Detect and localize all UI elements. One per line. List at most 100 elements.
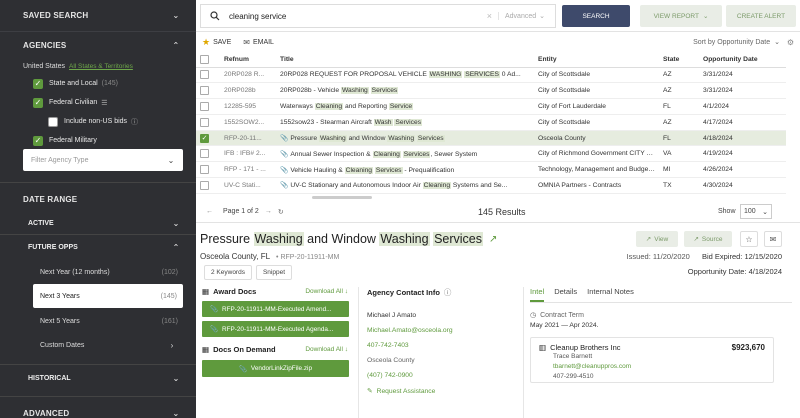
tab-snippet[interactable]: Snippet <box>255 265 293 280</box>
contact-email[interactable]: Michael.Amato@osceola.org <box>367 323 517 338</box>
row-select-cell[interactable] <box>196 82 220 100</box>
option-next-3-years[interactable]: Next 3 Years (145) <box>33 284 183 308</box>
refnum-cell: 1552SOW2... <box>220 114 276 131</box>
agency-type-select[interactable]: Filter Agency Type ⌄ <box>23 149 183 171</box>
contact-phone[interactable]: 407-742-7403 <box>367 338 517 353</box>
save-button[interactable]: ★ SAVE <box>202 37 231 48</box>
check-state-local[interactable]: ✓ State and Local (145) <box>0 74 196 93</box>
zip-download-button[interactable]: 📎 VendorLinkZipFile.zip <box>202 360 349 377</box>
download-all-link[interactable]: Download All ↓ <box>305 346 348 353</box>
arrow-left-icon[interactable]: ← <box>206 208 213 215</box>
page-size-select[interactable]: 100 ⌄ <box>740 204 772 219</box>
tab-intel[interactable]: Intel <box>530 287 545 302</box>
option-next-5-years[interactable]: Next 5 Years (161) <box>0 309 196 333</box>
check-non-us-bids[interactable]: Include non-US bids ⓘ <box>0 112 196 131</box>
clear-icon[interactable]: × <box>487 11 492 21</box>
checkbox-checked-icon[interactable]: ✓ <box>33 78 43 89</box>
search-box[interactable]: cleaning service × Advanced ⌄ <box>200 4 556 28</box>
award-phone: 407-299-4510 <box>553 373 594 380</box>
checkbox-unchecked-icon[interactable] <box>200 54 209 64</box>
check-federal-military[interactable]: ✓ Federal Military <box>0 131 196 150</box>
checkbox-unchecked-icon[interactable] <box>200 117 209 127</box>
info-icon[interactable]: ⓘ <box>131 117 138 127</box>
checkbox-unchecked-icon[interactable] <box>200 101 209 111</box>
gear-icon[interactable]: ⚙ <box>787 38 794 47</box>
tab-keywords[interactable]: 2 Keywords <box>204 265 252 280</box>
table-row[interactable]: 20RP028b 20RP028b - Vehicle Washing Serv… <box>196 82 786 100</box>
advanced-header[interactable]: ADVANCED ⌄ <box>0 402 196 418</box>
table-horizontal-scrollbar[interactable] <box>196 196 786 200</box>
column-header[interactable]: State <box>659 52 699 68</box>
search-button[interactable]: SEARCH <box>562 5 630 27</box>
chevron-down-icon[interactable]: ⌄ <box>170 10 182 22</box>
table-row[interactable]: UV-C Stati... 📎 UV-C Stationary and Auton… <box>196 177 786 194</box>
checkbox-unchecked-icon[interactable] <box>200 149 209 159</box>
active-row[interactable]: ACTIVE ⌄ <box>0 210 196 236</box>
date-range-header[interactable]: DATE RANGE <box>0 188 196 210</box>
select-all-cell[interactable] <box>196 52 220 68</box>
create-alert-button[interactable]: CREATE ALERT <box>726 5 796 27</box>
contact-phone-2[interactable]: (407) 742-0900 <box>367 368 517 383</box>
row-select-cell[interactable] <box>196 67 220 84</box>
table-row[interactable]: IFB : IFB# 2... 📎 Annual Sewer Inspection… <box>196 145 786 163</box>
column-header[interactable]: Opportunity Date <box>699 52 786 68</box>
chevron-down-icon: ⌄ <box>702 13 709 20</box>
row-select-cell[interactable] <box>196 98 220 115</box>
check-federal-civilian[interactable]: ✓ Federal Civilian ☰ <box>0 93 196 112</box>
view-report-button[interactable]: VIEW REPORT ⌄ <box>640 5 722 27</box>
row-select-cell[interactable] <box>196 161 220 179</box>
chevron-up-icon[interactable]: ⌃ <box>170 39 182 51</box>
checkbox-unchecked-icon[interactable] <box>200 70 209 80</box>
checkbox-unchecked-icon[interactable] <box>48 116 58 127</box>
table-row[interactable]: RFP - 171 - ... 📎 Vehicle Hauling & Clean… <box>196 161 786 179</box>
historical-row[interactable]: HISTORICAL ⌄ <box>0 365 196 391</box>
checkbox-unchecked-icon[interactable] <box>200 165 209 175</box>
award-email[interactable]: tbarnett@cleanuppros.com <box>553 362 767 372</box>
saved-search-header[interactable]: SAVED SEARCH ⌄ <box>0 0 196 32</box>
email-button[interactable]: ✉ EMAIL <box>243 38 274 47</box>
all-states-link[interactable]: All States & Territories <box>69 63 133 70</box>
view-button[interactable]: ↗ View <box>636 231 678 247</box>
row-select-cell[interactable]: ✓ <box>196 130 220 147</box>
row-select-cell[interactable] <box>196 177 220 194</box>
info-icon[interactable]: ⓘ <box>444 287 452 298</box>
entity-cell: City of Fort Lauderdale <box>534 98 659 115</box>
table-row[interactable]: 1552SOW2... 1552sow23 - Stearman Aircraf… <box>196 114 786 131</box>
column-header[interactable]: Title <box>276 52 534 68</box>
external-link-icon[interactable]: ↗ <box>489 234 497 245</box>
advanced-dropdown[interactable]: Advanced ⌄ <box>497 12 555 20</box>
filter-icon[interactable]: ☰ <box>101 99 107 107</box>
table-row[interactable]: 12285-595 Waterways Cleaning and Reporti… <box>196 98 786 115</box>
row-select-cell[interactable] <box>196 145 220 163</box>
doc-button[interactable]: 📎 RFP-20-11911-MM-Executed Agenda... <box>202 321 349 337</box>
table-row-selected[interactable]: ✓ RFP-20-11... 📎 Pressure Washing and Win… <box>196 130 786 147</box>
future-opps-row[interactable]: FUTURE OPPS ⌃ <box>0 234 196 260</box>
checkbox-checked-icon[interactable]: ✓ <box>200 133 209 143</box>
agencies-header[interactable]: AGENCIES ⌃ <box>0 32 196 58</box>
sort-dropdown[interactable]: Sort by Opportunity Date ⌄ <box>693 38 780 47</box>
state-cell: AZ <box>659 114 699 131</box>
row-select-cell[interactable] <box>196 114 220 131</box>
scrollbar-thumb[interactable] <box>312 196 372 199</box>
tab-internal-notes[interactable]: Internal Notes <box>587 287 634 302</box>
source-button[interactable]: ↗ Source <box>684 231 732 247</box>
download-all-link[interactable]: Download All ↓ <box>305 288 348 295</box>
contact-name: Michael J Amato <box>367 312 417 319</box>
star-icon[interactable]: ☆ <box>740 231 758 247</box>
arrow-right-icon[interactable]: → <box>265 208 272 215</box>
checkbox-checked-icon[interactable]: ✓ <box>33 97 43 108</box>
doc-button[interactable]: 📎 RFP-20-11911-MM-Executed Amend... <box>202 301 349 317</box>
table-row[interactable]: 20RP028 R... 20RP028 REQUEST FOR PROPOSA… <box>196 67 786 84</box>
column-header[interactable]: Refnum <box>220 52 276 68</box>
checkbox-unchecked-icon[interactable] <box>200 86 209 96</box>
request-assistance-link[interactable]: ✎ Request Assistance <box>367 387 517 396</box>
option-custom-dates[interactable]: Custom Dates › <box>0 333 196 357</box>
option-next-year[interactable]: Next Year (12 months) (102) <box>0 260 196 284</box>
checkbox-unchecked-icon[interactable] <box>200 180 209 190</box>
mail-icon[interactable]: ✉ <box>764 231 782 247</box>
refresh-icon[interactable]: ↻ <box>278 208 284 216</box>
tab-details[interactable]: Details <box>554 287 577 302</box>
column-header[interactable]: Entity <box>534 52 659 68</box>
search-input[interactable]: cleaning service <box>229 12 487 21</box>
checkbox-checked-icon[interactable]: ✓ <box>33 135 43 146</box>
